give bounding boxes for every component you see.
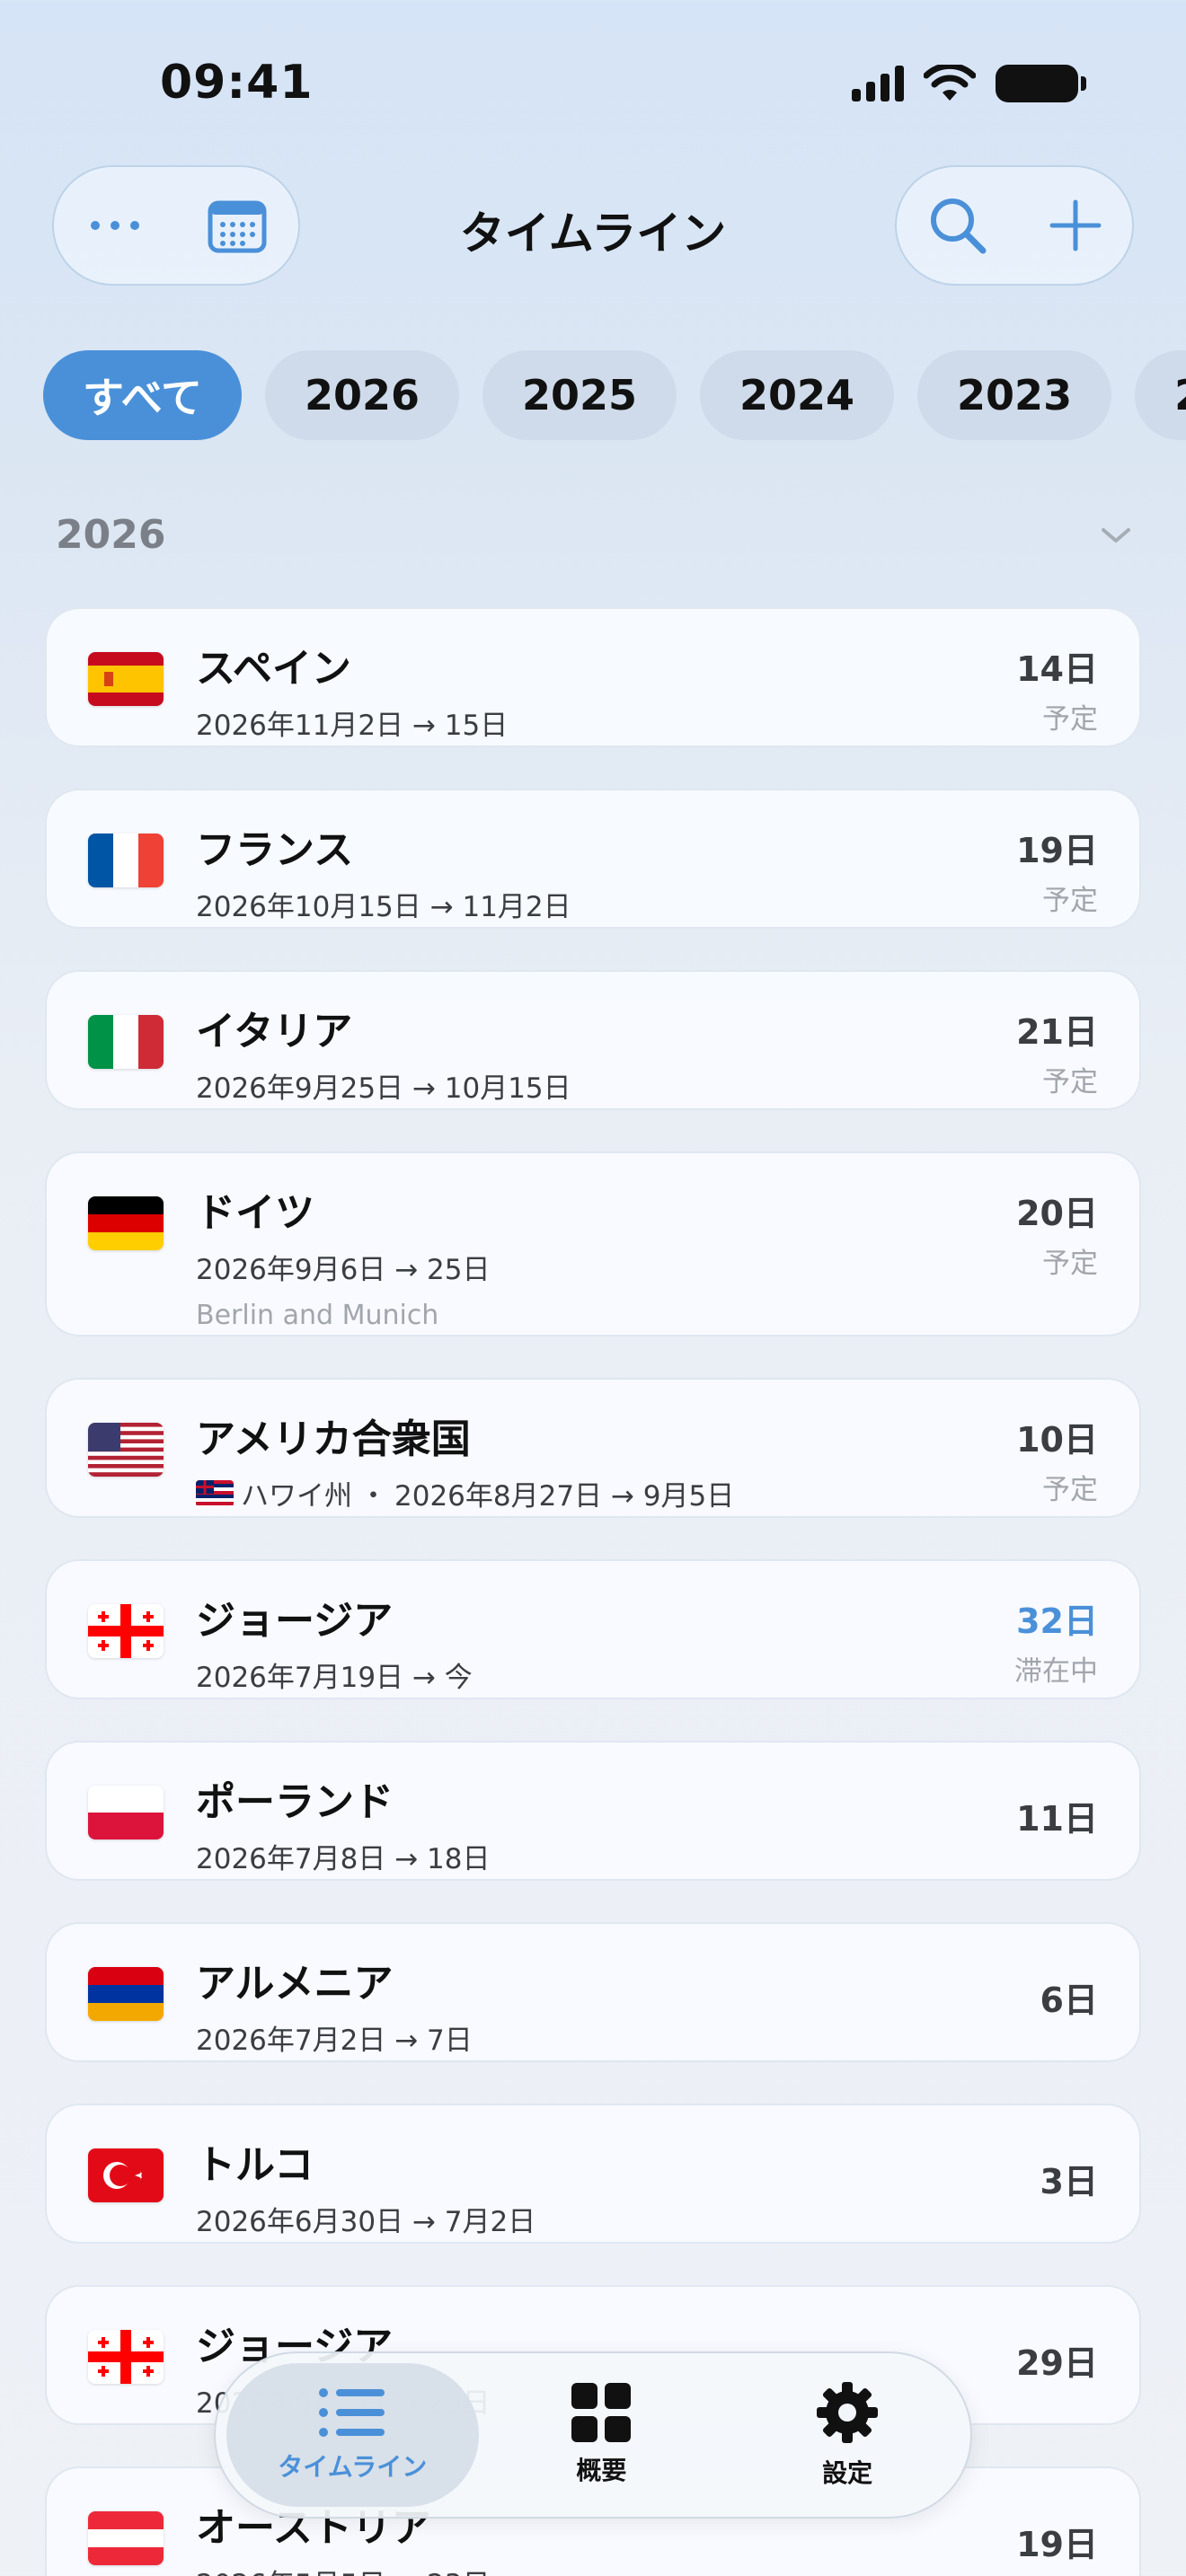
trip-list: スペイン 2026年11月2日 → 15日 14日 予定 フランス 2026年1… <box>45 607 1141 2576</box>
trip-days: 10日 <box>1016 1420 1098 1460</box>
flag-italy-icon <box>88 1015 164 1069</box>
trip-days: 11日 <box>1016 1799 1098 1839</box>
flag-armenia-icon <box>88 1967 164 2021</box>
trip-date-range: 2026年8月27日 → 9月5日 <box>394 1480 735 1513</box>
flag-georgia-icon <box>88 1604 164 1658</box>
flag-usa-icon <box>88 1423 164 1477</box>
trip-card-usa[interactable]: アメリカ合衆国 ハワイ州 ・ 2026年8月27日 → 9月5日 10日 予定 <box>45 1378 1141 1518</box>
tab-settings[interactable]: 設定 <box>724 2353 970 2517</box>
tab-label: 設定 <box>822 2458 873 2488</box>
chevron-down-icon[interactable] <box>1098 525 1134 546</box>
country-name: トルコ <box>196 2142 314 2188</box>
trip-card-poland[interactable]: ポーランド 2026年7月8日 → 18日 11日 <box>45 1741 1141 1881</box>
filter-chip-2025[interactable]: 2025 <box>482 350 677 440</box>
trip-dates: 2026年6月30日 → 7月2日 <box>196 2206 536 2238</box>
flag-georgia-icon <box>88 2330 164 2384</box>
trip-days: 19日 <box>1016 831 1098 870</box>
status-icons <box>852 65 1086 102</box>
section-header[interactable]: 2026 <box>56 512 1134 558</box>
trip-dates: 2026年11月2日 → 15日 <box>196 710 509 742</box>
header-right-actions <box>895 165 1134 286</box>
trip-days: 3日 <box>1040 2162 1098 2201</box>
tab-timeline[interactable]: タイムライン <box>226 2363 479 2507</box>
trip-note: Berlin and Munich <box>196 1300 439 1331</box>
trip-status: 予定 <box>1042 1066 1098 1098</box>
plus-icon <box>1049 199 1101 251</box>
trip-days: 6日 <box>1040 1981 1098 2020</box>
year-filter-chips: すべて 2026 2025 2024 2023 2022 <box>43 350 1186 440</box>
filter-chip-2023[interactable]: 2023 <box>917 350 1112 440</box>
trip-days: 21日 <box>1016 1012 1098 1052</box>
section-year: 2026 <box>56 512 166 558</box>
trip-status: 予定 <box>1042 885 1098 917</box>
trip-status: 予定 <box>1042 703 1098 736</box>
trip-status: 滞在中 <box>1014 1655 1098 1688</box>
country-name: フランス <box>196 827 354 873</box>
trip-dates: ハワイ州 ・ 2026年8月27日 → 9月5日 <box>196 1473 1096 1513</box>
tab-label: タイムライン <box>278 2452 428 2482</box>
gear-icon <box>817 2382 879 2443</box>
country-name: アメリカ合衆国 <box>196 1416 471 1462</box>
cellular-signal-icon <box>852 66 904 101</box>
country-name: スペイン <box>196 646 351 692</box>
trip-card-armenia[interactable]: アルメニア 2026年7月2日 → 7日 6日 <box>45 1922 1141 2062</box>
trip-days: 29日 <box>1016 2343 1098 2383</box>
separator-dot: ・ <box>359 1480 387 1513</box>
list-icon <box>319 2388 385 2437</box>
trip-dates: 2026年9月6日 → 25日 <box>196 1254 491 1286</box>
tab-overview[interactable]: 概要 <box>479 2353 725 2517</box>
country-name: ドイツ <box>196 1190 314 1236</box>
filter-chip-2022[interactable]: 2022 <box>1135 350 1186 440</box>
trip-card-turkey[interactable]: トルコ 2026年6月30日 → 7月2日 3日 <box>45 2104 1141 2244</box>
flag-hawaii-icon <box>196 1479 234 1507</box>
search-button[interactable] <box>927 195 988 256</box>
trip-status: 予定 <box>1042 1248 1098 1280</box>
flag-spain-icon <box>88 652 164 706</box>
search-icon <box>930 198 986 254</box>
trip-days: 20日 <box>1016 1194 1098 1233</box>
trip-dates: 2026年5月5日 → 23日 <box>196 2562 1096 2576</box>
filter-chip-all[interactable]: すべて <box>43 350 242 440</box>
wifi-icon <box>924 65 976 101</box>
country-name: ジョージア <box>196 1598 394 1644</box>
status-time: 09:41 <box>160 56 314 110</box>
country-name: アルメニア <box>196 1961 394 2007</box>
trip-dates: 2026年7月19日 → 今 <box>196 1662 473 1694</box>
trip-dates: 2026年7月8日 → 18日 <box>196 1843 491 1875</box>
flag-turkey-icon <box>88 2148 164 2202</box>
trip-dates: 2026年9月25日 → 10月15日 <box>196 1072 571 1105</box>
flag-germany-icon <box>88 1196 164 1250</box>
flag-austria-icon <box>88 2511 164 2565</box>
add-button[interactable] <box>1049 198 1102 252</box>
trip-card-germany[interactable]: ドイツ 2026年9月6日 → 25日 Berlin and Munich 20… <box>45 1151 1141 1337</box>
flag-france-icon <box>88 834 164 887</box>
trip-region: ハワイ州 <box>241 1480 352 1513</box>
trip-days: 32日 <box>1016 1601 1098 1641</box>
grid-icon <box>571 2383 632 2442</box>
trip-card-spain[interactable]: スペイン 2026年11月2日 → 15日 14日 予定 <box>45 607 1141 747</box>
trip-card-italy[interactable]: イタリア 2026年9月25日 → 10月15日 21日 予定 <box>45 970 1141 1110</box>
country-name: ポーランド <box>196 1779 394 1825</box>
filter-chip-2026[interactable]: 2026 <box>264 350 459 440</box>
trip-dates: 2026年7月2日 → 7日 <box>196 2025 473 2057</box>
trip-card-georgia-current[interactable]: ジョージア 2026年7月19日 → 今 32日 滞在中 <box>45 1559 1141 1699</box>
tab-label: 概要 <box>576 2456 627 2485</box>
trip-days: 19日 <box>1016 2525 1098 2564</box>
tab-bar: タイムライン 概要 設定 <box>214 2351 972 2519</box>
filter-chip-2024[interactable]: 2024 <box>700 350 895 440</box>
trip-card-france[interactable]: フランス 2026年10月15日 → 11月2日 19日 予定 <box>45 789 1141 929</box>
country-name: イタリア <box>196 1009 353 1054</box>
flag-poland-icon <box>88 1786 164 1839</box>
trip-days: 14日 <box>1016 649 1098 689</box>
trip-dates: 2026年10月15日 → 11月2日 <box>196 891 571 923</box>
trip-status: 予定 <box>1042 1474 1098 1506</box>
battery-icon <box>996 65 1086 102</box>
